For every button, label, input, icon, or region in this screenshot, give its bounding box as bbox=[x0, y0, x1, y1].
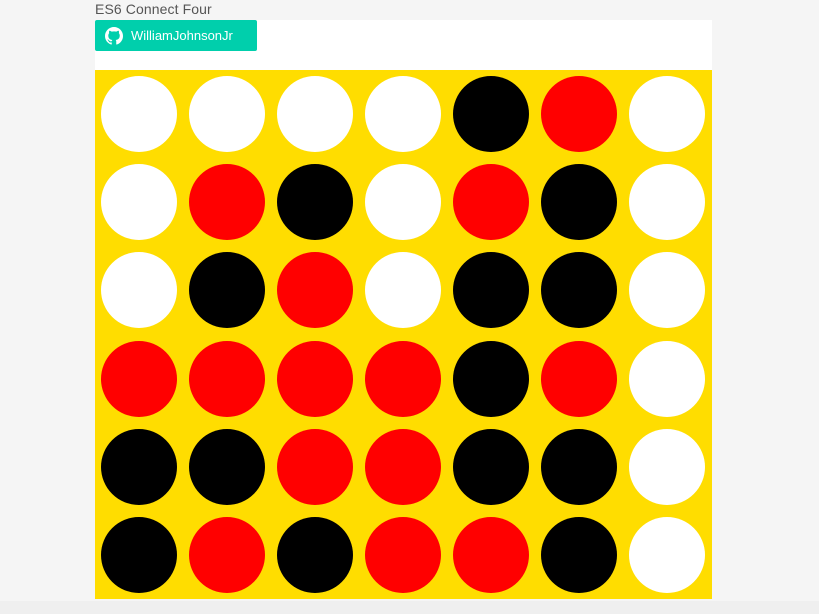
header-bar: WilliamJohnsonJr bbox=[95, 20, 712, 70]
board-cell-black-r3-c2[interactable] bbox=[189, 252, 265, 329]
board-cell-black-r5-c5[interactable] bbox=[453, 428, 529, 505]
board-cell-black-r5-c6[interactable] bbox=[541, 428, 617, 505]
board-cell-empty-r6-c7[interactable] bbox=[629, 516, 705, 593]
board-cell-red-r6-c2[interactable] bbox=[189, 516, 265, 593]
board-cell-red-r3-c3[interactable] bbox=[277, 252, 353, 329]
board-cell-black-r3-c5[interactable] bbox=[453, 252, 529, 329]
board-cell-red-r1-c6[interactable] bbox=[541, 76, 617, 152]
board-cell-red-r5-c3[interactable] bbox=[277, 428, 353, 505]
board-cell-black-r2-c3[interactable] bbox=[277, 164, 353, 241]
game-board bbox=[95, 70, 712, 599]
page-title: ES6 Connect Four bbox=[95, 1, 212, 17]
board-cell-empty-r2-c4[interactable] bbox=[365, 164, 441, 241]
board-cell-empty-r3-c1[interactable] bbox=[101, 252, 177, 329]
board-cell-red-r6-c4[interactable] bbox=[365, 516, 441, 593]
board-cell-red-r2-c2[interactable] bbox=[189, 164, 265, 241]
board-cell-black-r5-c1[interactable] bbox=[101, 428, 177, 505]
board-cell-red-r4-c3[interactable] bbox=[277, 340, 353, 417]
github-icon bbox=[105, 26, 123, 45]
board-cell-empty-r4-c7[interactable] bbox=[629, 340, 705, 417]
board-cell-red-r5-c4[interactable] bbox=[365, 428, 441, 505]
board-cell-black-r6-c1[interactable] bbox=[101, 516, 177, 593]
board-cell-empty-r1-c2[interactable] bbox=[189, 76, 265, 152]
board-cell-black-r2-c6[interactable] bbox=[541, 164, 617, 241]
board-cell-red-r4-c6[interactable] bbox=[541, 340, 617, 417]
board-cell-empty-r5-c7[interactable] bbox=[629, 428, 705, 505]
board-cell-black-r5-c2[interactable] bbox=[189, 428, 265, 505]
github-link-label: WilliamJohnsonJr bbox=[131, 28, 233, 43]
github-link-button[interactable]: WilliamJohnsonJr bbox=[95, 20, 257, 51]
board-cell-empty-r3-c7[interactable] bbox=[629, 252, 705, 329]
page: ES6 Connect Four WilliamJohnsonJr bbox=[0, 0, 819, 614]
board-cell-red-r4-c2[interactable] bbox=[189, 340, 265, 417]
board-cell-black-r3-c6[interactable] bbox=[541, 252, 617, 329]
board-cell-red-r2-c5[interactable] bbox=[453, 164, 529, 241]
board-cell-red-r4-c1[interactable] bbox=[101, 340, 177, 417]
board-cell-empty-r1-c4[interactable] bbox=[365, 76, 441, 152]
board-cell-red-r6-c5[interactable] bbox=[453, 516, 529, 593]
board-cell-empty-r1-c1[interactable] bbox=[101, 76, 177, 152]
board-cell-empty-r3-c4[interactable] bbox=[365, 252, 441, 329]
board-grid bbox=[101, 76, 705, 593]
board-cell-empty-r1-c7[interactable] bbox=[629, 76, 705, 152]
board-cell-black-r4-c5[interactable] bbox=[453, 340, 529, 417]
board-cell-empty-r2-c7[interactable] bbox=[629, 164, 705, 241]
board-cell-black-r6-c3[interactable] bbox=[277, 516, 353, 593]
board-cell-empty-r1-c3[interactable] bbox=[277, 76, 353, 152]
bottom-strip bbox=[0, 601, 819, 614]
board-cell-black-r1-c5[interactable] bbox=[453, 76, 529, 152]
board-cell-empty-r2-c1[interactable] bbox=[101, 164, 177, 241]
board-cell-black-r6-c6[interactable] bbox=[541, 516, 617, 593]
board-cell-red-r4-c4[interactable] bbox=[365, 340, 441, 417]
